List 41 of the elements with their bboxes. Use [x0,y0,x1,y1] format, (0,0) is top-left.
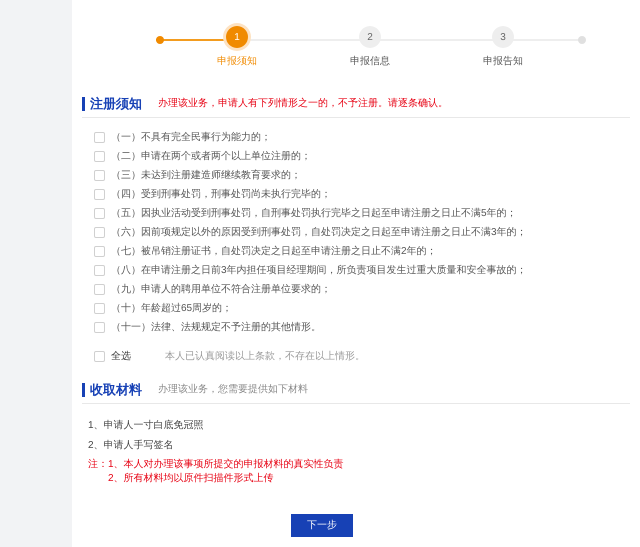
checkbox[interactable] [94,284,105,295]
material-item: 1、申请人一寸白底免冠照 [88,418,205,433]
note-text: 1、本人对办理该事项所提交的申报材料的真实性负责 [108,458,344,472]
step-number: 1 [226,26,248,48]
step-label: 申报信息 [350,54,390,69]
condition-text: （九）申请人的聘用单位不符合注册单位要求的； [111,282,331,297]
section-hint: 办理该业务，申请人有下列情形之一的，不予注册。请逐条确认。 [158,96,448,111]
step-number: 2 [359,26,381,48]
checkbox[interactable] [94,322,105,333]
checkbox[interactable] [94,227,105,238]
checkbox[interactable] [94,246,105,257]
condition-text: （六）因前项规定以外的原因受到刑事处罚，自处罚决定之日起至申请注册之日止不满3年的； [111,226,527,240]
condition-text: （十）年龄超过65周岁的； [111,302,232,316]
condition-text: （十一）法律、法规规定不予注册的其他情形。 [111,320,321,335]
checkbox[interactable] [94,265,105,276]
checkbox[interactable] [94,189,105,200]
checkbox[interactable] [94,351,105,362]
condition-text: （四）受到刑事处罚，刑事处罚尚未执行完毕的； [111,188,331,202]
note-text: 2、所有材料均以原件扫描件形式上传 [108,472,275,486]
step-number: 3 [492,26,514,48]
step-label: 申报须知 [217,54,257,69]
condition-text: （一）不具有完全民事行为能力的； [111,130,271,145]
select-all-label[interactable]: 全选 [111,349,159,364]
checkbox[interactable] [94,151,105,162]
material-item: 2、申请人手写签名 [88,438,175,453]
checkbox[interactable] [94,170,105,181]
step-label: 申报告知 [483,54,523,69]
note-label: 注： [88,458,108,472]
condition-text: （二）申请在两个或者两个以上单位注册的； [111,150,311,164]
checkbox[interactable] [94,132,105,143]
next-button[interactable]: 下一步 [291,514,353,537]
condition-text: （五）因执业活动受到刑事处罚，自刑事处罚执行完毕之日起至申请注册之日止不满5年的； [111,206,517,221]
condition-text: （三）未达到注册建造师继续教育要求的； [111,168,301,183]
condition-text: （七）被吊销注册证书，自处罚决定之日起至申请注册之日止不满2年的； [111,244,437,259]
section-title: 注册须知 [82,96,142,110]
checkbox[interactable] [94,208,105,219]
section-title: 收取材料 [82,382,142,396]
checkbox[interactable] [94,303,105,314]
section-hint: 办理该业务，您需要提供如下材料 [158,382,308,397]
statement-text: 本人已认真阅读以上条款，不存在以上情形。 [165,350,365,364]
condition-text: （八）在申请注册之日前3年内担任项目经理期间，所负责项目发生过重大质量和安全事故的； [111,264,527,278]
